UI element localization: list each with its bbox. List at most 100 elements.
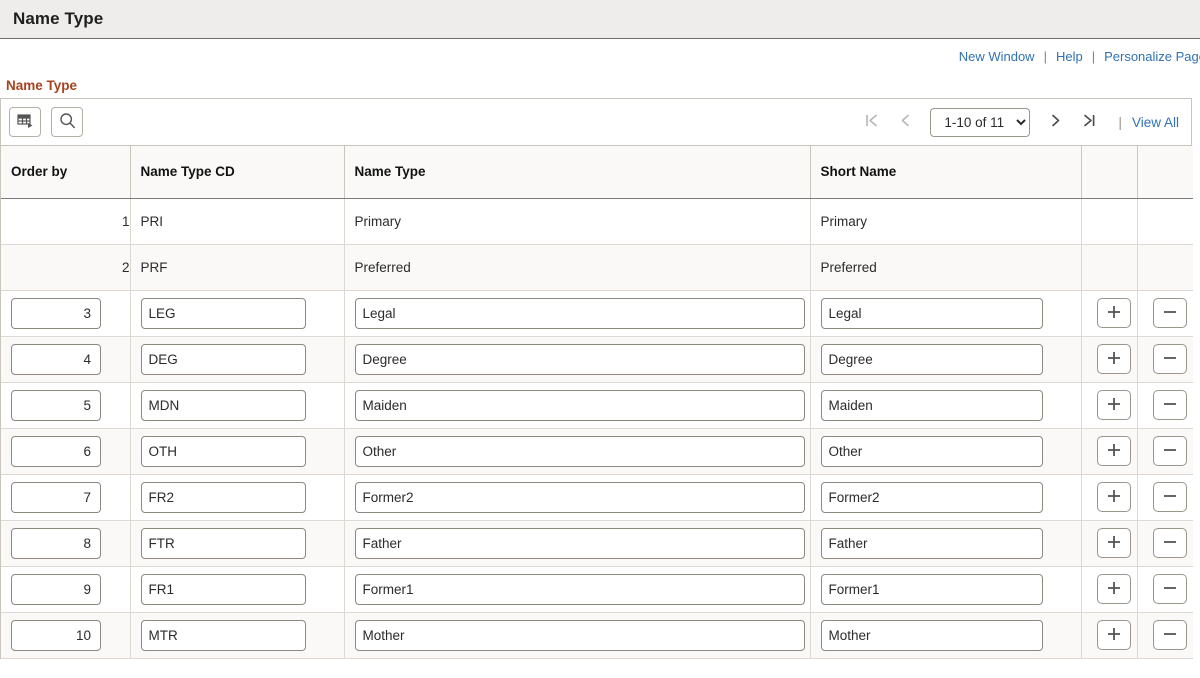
name-type-cd-input[interactable] (141, 344, 306, 375)
last-page-icon (1083, 113, 1096, 131)
view-all-link[interactable]: View All (1132, 115, 1179, 130)
order-by-input[interactable] (11, 436, 101, 467)
add-row-button[interactable] (1097, 390, 1131, 420)
name-type-input[interactable] (355, 390, 805, 421)
order-by-input[interactable] (11, 482, 101, 513)
table-row (1, 612, 1193, 658)
cell-delete-row (1137, 428, 1193, 474)
order-by-input[interactable] (11, 344, 101, 375)
short-name-input[interactable] (821, 528, 1043, 559)
order-by-input[interactable] (11, 620, 101, 651)
cell-delete-row (1137, 336, 1193, 382)
column-header-order-by[interactable]: Order by (1, 146, 130, 198)
delete-row-button[interactable] (1153, 344, 1187, 374)
column-header-short-name[interactable]: Short Name (810, 146, 1081, 198)
cell-order-by (1, 474, 130, 520)
order-by-input[interactable] (11, 390, 101, 421)
name-type-cd-input[interactable] (141, 482, 306, 513)
plus-icon (1106, 488, 1122, 507)
find-button[interactable] (51, 107, 83, 137)
table-row (1, 336, 1193, 382)
grid-arrow-icon (17, 113, 34, 132)
cell-add-row (1081, 290, 1137, 336)
name-type-input[interactable] (355, 344, 805, 375)
search-icon (59, 112, 76, 132)
last-page-button[interactable] (1072, 107, 1106, 137)
cell-add-row (1081, 612, 1137, 658)
delete-row-button[interactable] (1153, 482, 1187, 512)
short-name-input[interactable] (821, 482, 1043, 513)
add-row-button[interactable] (1097, 298, 1131, 328)
short-name-input[interactable] (821, 574, 1043, 605)
table-row (1, 566, 1193, 612)
short-name-input[interactable] (821, 620, 1043, 651)
plus-icon (1106, 626, 1122, 645)
minus-icon (1162, 580, 1178, 599)
table-row (1, 428, 1193, 474)
name-type-grid: 1-10 of 11 | View All (0, 98, 1192, 659)
cell-name-type-cd (130, 382, 344, 428)
previous-page-button[interactable] (888, 107, 922, 137)
cell-name-type (344, 474, 810, 520)
cell-name-type-cd (130, 474, 344, 520)
add-row-button[interactable] (1097, 482, 1131, 512)
name-type-cd-input[interactable] (141, 528, 306, 559)
help-link[interactable]: Help (1056, 49, 1083, 64)
cell-order-by (1, 566, 130, 612)
cell-name-type (344, 336, 810, 382)
name-type-cd-input[interactable] (141, 574, 306, 605)
personalize-page-link[interactable]: Personalize Page (1104, 49, 1200, 64)
short-name-input[interactable] (821, 344, 1043, 375)
page-header: Name Type (0, 0, 1200, 39)
delete-row-button[interactable] (1153, 390, 1187, 420)
column-header-name-type-cd[interactable]: Name Type CD (130, 146, 344, 198)
add-row-button[interactable] (1097, 574, 1131, 604)
delete-row-button[interactable] (1153, 298, 1187, 328)
cell-add-row (1081, 428, 1137, 474)
short-name-input[interactable] (821, 436, 1043, 467)
order-by-input[interactable] (11, 528, 101, 559)
name-type-input[interactable] (355, 482, 805, 513)
add-row-button[interactable] (1097, 436, 1131, 466)
table-row: 2PRFPreferredPreferred (1, 244, 1193, 290)
name-type-cd-input[interactable] (141, 390, 306, 421)
name-type-input[interactable] (355, 620, 805, 651)
new-window-link[interactable]: New Window (959, 49, 1035, 64)
cell-order-by (1, 336, 130, 382)
page-range-select[interactable]: 1-10 of 11 (930, 108, 1030, 137)
cell-name-type-cd (130, 566, 344, 612)
delete-row-button[interactable] (1153, 574, 1187, 604)
cell-short-name (810, 428, 1081, 474)
order-by-input[interactable] (11, 574, 101, 605)
cell-short-name (810, 290, 1081, 336)
minus-icon (1162, 626, 1178, 645)
cell-name-type-cd (130, 428, 344, 474)
add-row-button[interactable] (1097, 620, 1131, 650)
delete-row-button[interactable] (1153, 436, 1187, 466)
column-header-name-type[interactable]: Name Type (344, 146, 810, 198)
add-row-button[interactable] (1097, 344, 1131, 374)
add-row-button[interactable] (1097, 528, 1131, 558)
short-name-input[interactable] (821, 390, 1043, 421)
order-by-input[interactable] (11, 298, 101, 329)
delete-row-button[interactable] (1153, 620, 1187, 650)
name-type-cd-input[interactable] (141, 436, 306, 467)
name-type-input[interactable] (355, 528, 805, 559)
cell-name-type: Preferred (344, 244, 810, 290)
name-type-input[interactable] (355, 298, 805, 329)
name-type-table: Order by Name Type CD Name Type Short Na… (1, 146, 1193, 659)
short-name-input[interactable] (821, 298, 1043, 329)
cell-short-name (810, 520, 1081, 566)
column-header-add-row (1081, 146, 1137, 198)
name-type-input[interactable] (355, 574, 805, 605)
next-page-button[interactable] (1038, 107, 1072, 137)
name-type-cd-input[interactable] (141, 620, 306, 651)
grid-toolbar: 1-10 of 11 | View All (1, 99, 1191, 146)
name-type-input[interactable] (355, 436, 805, 467)
personalize-grid-button[interactable] (9, 107, 41, 137)
delete-row-button[interactable] (1153, 528, 1187, 558)
first-page-button[interactable] (854, 107, 888, 137)
cell-order-by (1, 428, 130, 474)
minus-icon (1162, 304, 1178, 323)
name-type-cd-input[interactable] (141, 298, 306, 329)
